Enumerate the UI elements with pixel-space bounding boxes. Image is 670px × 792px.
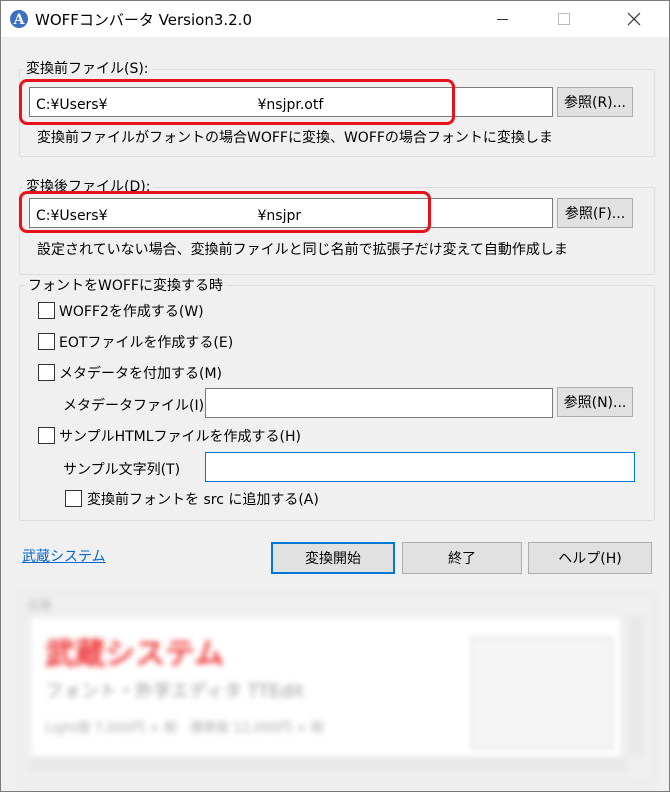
source-hint: 変換前ファイルがフォントの場合WOFFに変換、WOFFの場合フォントに変換しま xyxy=(37,130,553,146)
maximize-button[interactable] xyxy=(541,1,587,37)
dest-path-highlight xyxy=(19,191,431,233)
dest-hint: 設定されていない場合、変換前ファイルと同じ名前で拡張子だけ変えて自動作成しま xyxy=(37,242,568,258)
metadata-browse-button[interactable]: 参照(N)... xyxy=(557,387,633,417)
sample-html-label[interactable]: サンプルHTMLファイルを作成する(H) xyxy=(59,426,301,446)
woff2-label[interactable]: WOFF2を作成する(W) xyxy=(59,301,204,321)
woff2-checkbox[interactable] xyxy=(38,302,55,319)
source-browse-button[interactable]: 参照(R)... xyxy=(557,87,633,117)
sample-text-label: サンプル文字列(T) xyxy=(63,462,181,478)
metadata-label[interactable]: メタデータを付加する(M) xyxy=(59,363,222,383)
woff-converter-window: A WOFFコンバータ Version3.2.0 変換前ファイル(S): C:¥… xyxy=(0,0,670,792)
add-src-label[interactable]: 変換前フォントを src に追加する(A) xyxy=(87,489,319,509)
close-button[interactable] xyxy=(611,1,657,37)
ad-image xyxy=(471,637,613,749)
minimize-icon xyxy=(496,18,508,20)
add-src-checkbox[interactable] xyxy=(65,490,82,507)
convert-button[interactable]: 変換開始 xyxy=(271,542,395,574)
ad-subtitle: フォント・外字エディタ TTEdit xyxy=(45,681,304,702)
sample-text-input[interactable] xyxy=(205,452,635,482)
dest-browse-button[interactable]: 参照(F)... xyxy=(557,198,633,228)
app-icon: A xyxy=(10,10,28,28)
window-title: WOFFコンバータ Version3.2.0 xyxy=(35,11,252,29)
eot-checkbox[interactable] xyxy=(38,333,55,350)
source-path-highlight xyxy=(19,79,455,125)
svg-text:A: A xyxy=(13,12,26,28)
close-icon xyxy=(627,12,641,26)
minimize-button[interactable] xyxy=(479,1,525,37)
exit-button[interactable]: 終了 xyxy=(402,542,522,574)
maximize-icon xyxy=(558,13,570,25)
ad-horizontal-scrollbar[interactable] xyxy=(30,758,626,772)
ad-title: 武蔵システム xyxy=(45,637,225,672)
ad-vertical-scrollbar[interactable] xyxy=(628,616,644,756)
ad-banner[interactable]: 武蔵システム フォント・外字エディタ TTEdit Light版 7,000円 … xyxy=(30,616,622,758)
help-button[interactable]: ヘルプ(H) xyxy=(528,542,652,574)
metadata-file-input[interactable] xyxy=(205,388,553,418)
options-group-label: フォントをWOFFに変換する時 xyxy=(25,275,226,295)
ad-preview-group: 広告 武蔵システム フォント・外字エディタ TTEdit Light版 7,00… xyxy=(19,593,655,783)
metadata-file-label: メタデータファイル(I) xyxy=(63,398,205,414)
ad-price-line: Light版 7,000円 + 税 標準版 12,000円 + 税 xyxy=(45,721,324,736)
source-group-label: 変換前ファイル(S): xyxy=(23,58,152,78)
musashi-system-link[interactable]: 武蔵システム xyxy=(22,546,106,566)
title-bar[interactable]: A WOFFコンバータ Version3.2.0 xyxy=(1,1,669,37)
sample-html-checkbox[interactable] xyxy=(38,427,55,444)
metadata-checkbox[interactable] xyxy=(38,364,55,381)
ad-preview-label: 広告 xyxy=(28,598,53,612)
eot-label[interactable]: EOTファイルを作成する(E) xyxy=(59,332,233,352)
